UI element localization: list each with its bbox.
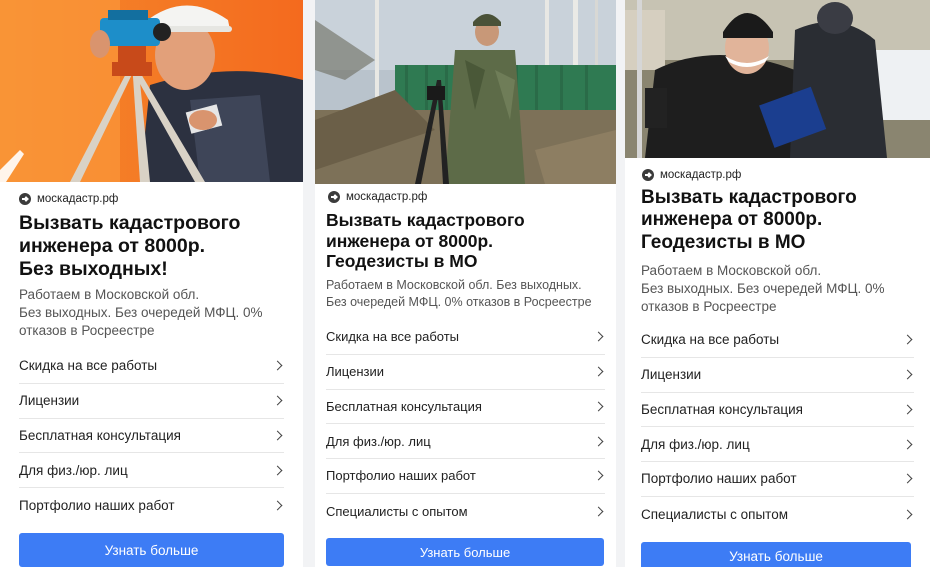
ad-domain[interactable]: москадастр.рф: [19, 193, 118, 205]
sitelink-label: Бесплатная консультация: [19, 427, 181, 443]
chevron-right-icon: [593, 366, 604, 377]
learn-more-button[interactable]: Узнать больше: [19, 533, 284, 567]
ad-headline[interactable]: Вызвать кадастрового инженера от 8000р. …: [641, 187, 916, 254]
ad-domain-text[interactable]: москадастр.рф: [660, 169, 741, 181]
arrow-circle-icon: [328, 191, 340, 203]
chevron-right-icon: [272, 395, 283, 406]
sitelink-portfolio[interactable]: Портфолио наших работ: [641, 462, 914, 497]
ad-headline[interactable]: Вызвать кадастрового инженера от 8000р. …: [19, 212, 289, 281]
chevron-right-icon: [593, 470, 604, 481]
learn-more-button[interactable]: Узнать больше: [326, 538, 604, 566]
sitelink-licenses[interactable]: Лицензии: [641, 358, 914, 393]
sitelink-licenses[interactable]: Лицензии: [19, 384, 284, 419]
chevron-right-icon: [902, 473, 913, 484]
ad-domain[interactable]: москадастр.рф: [642, 169, 741, 181]
sitelink-label: Скидка на все работы: [641, 332, 780, 348]
chevron-right-icon: [272, 430, 283, 441]
sitelink-discount[interactable]: Скидка на все работы: [19, 349, 284, 384]
sitelink-label: Бесплатная консультация: [641, 401, 803, 417]
chevron-right-icon: [272, 465, 283, 476]
chevron-right-icon: [902, 334, 913, 345]
ad-description: Работаем в Московской обл. Без выходных.…: [326, 278, 592, 309]
sitelink-label: Бесплатная консультация: [326, 398, 482, 414]
ad-card-3[interactable]: москадастр.рф Вызвать кадастрового инжен…: [625, 0, 930, 567]
sitelink-label: Специалисты с опытом: [641, 506, 788, 522]
arrow-circle-icon: [19, 193, 31, 205]
sitelink-individuals-companies[interactable]: Для физ./юр. лиц: [641, 427, 914, 462]
sitelink-experienced-specialists[interactable]: Специалисты с опытом: [326, 494, 605, 529]
chevron-right-icon: [902, 369, 913, 380]
ad-card-1[interactable]: москадастр.рф Вызвать кадастрового инжен…: [0, 0, 303, 567]
sitelink-individuals-companies[interactable]: Для физ./юр. лиц: [326, 424, 605, 459]
chevron-right-icon: [593, 506, 604, 517]
sitelink-label: Для физ./юр. лиц: [19, 462, 128, 478]
chevron-right-icon: [902, 404, 913, 415]
sitelink-label: Скидка на все работы: [326, 329, 460, 345]
sitelink-label: Для физ./юр. лиц: [326, 433, 431, 449]
chevron-right-icon: [902, 439, 913, 450]
sitelink-free-consultation[interactable]: Бесплатная консультация: [326, 390, 605, 425]
sitelink-label: Специалисты с опытом: [326, 503, 468, 519]
sitelink-label: Скидка на все работы: [19, 358, 158, 374]
ad-card-2[interactable]: москадастр.рф Вызвать кадастрового инжен…: [315, 0, 616, 567]
sitelinks-list: Скидка на все работы Лицензии Бесплатная…: [326, 320, 605, 529]
sitelink-label: Портфолио наших работ: [19, 497, 175, 513]
sitelink-discount[interactable]: Скидка на все работы: [641, 323, 914, 358]
sitelink-free-consultation[interactable]: Бесплатная консультация: [641, 393, 914, 428]
sitelink-label: Лицензии: [641, 367, 702, 383]
ad-description: Работаем в Московской обл. Без выходных.…: [19, 287, 263, 338]
sitelink-label: Для физ./юр. лиц: [641, 436, 750, 452]
chevron-right-icon: [593, 331, 604, 342]
chevron-right-icon: [593, 401, 604, 412]
ad-photo-surveyor-in-field[interactable]: [315, 0, 616, 184]
arrow-circle-icon: [642, 169, 654, 181]
sitelink-portfolio[interactable]: Портфолио наших работ: [19, 488, 284, 523]
sitelink-individuals-companies[interactable]: Для физ./юр. лиц: [19, 453, 284, 488]
chevron-right-icon: [902, 509, 913, 520]
chevron-right-icon: [593, 436, 604, 447]
ad-description: Работаем в Московской обл. Без выходных.…: [641, 263, 885, 314]
chevron-right-icon: [272, 360, 283, 371]
ad-photo-surveyor-with-level[interactable]: [0, 0, 303, 182]
sitelink-label: Портфолио наших работ: [326, 468, 476, 484]
ad-photo-smiling-surveyor[interactable]: [625, 0, 930, 158]
ad-headline[interactable]: Вызвать кадастрового инженера от 8000р. …: [326, 210, 602, 272]
sitelink-free-consultation[interactable]: Бесплатная консультация: [19, 419, 284, 454]
sitelinks-list: Скидка на все работы Лицензии Бесплатная…: [641, 323, 914, 532]
ad-domain[interactable]: москадастр.рф: [328, 191, 427, 203]
ad-domain-text[interactable]: москадастр.рф: [346, 191, 427, 203]
learn-more-button[interactable]: Узнать больше: [641, 542, 911, 567]
sitelink-label: Лицензии: [19, 393, 80, 409]
sitelink-label: Портфолио наших работ: [641, 471, 797, 487]
chevron-right-icon: [272, 500, 283, 511]
sitelink-portfolio[interactable]: Портфолио наших работ: [326, 459, 605, 494]
ad-domain-text[interactable]: москадастр.рф: [37, 193, 118, 205]
sitelinks-list: Скидка на все работы Лицензии Бесплатная…: [19, 349, 284, 523]
sitelink-licenses[interactable]: Лицензии: [326, 355, 605, 390]
sitelink-discount[interactable]: Скидка на все работы: [326, 320, 605, 355]
sitelink-label: Лицензии: [326, 364, 384, 380]
sitelink-experienced-specialists[interactable]: Специалисты с опытом: [641, 497, 914, 532]
